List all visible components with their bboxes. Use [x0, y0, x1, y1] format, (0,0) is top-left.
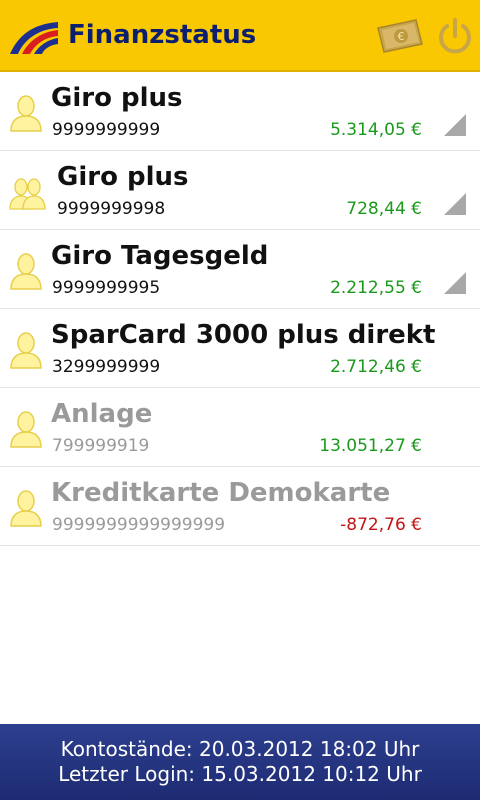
- account-name: Kreditkarte Demokarte: [51, 478, 391, 508]
- app-title: Finanzstatus: [68, 20, 257, 50]
- account-balance: 2.712,46 €: [330, 357, 422, 377]
- group-person-icon: [9, 178, 46, 210]
- account-row[interactable]: SparCard 3000 plus direkt 3299999999 2.7…: [0, 309, 480, 388]
- account-row[interactable]: Kreditkarte Demokarte 9999999999999999 -…: [0, 467, 480, 546]
- single-person-icon: [10, 332, 42, 369]
- account-row[interactable]: Giro Tagesgeld 9999999995 2.212,55 €: [0, 230, 480, 309]
- app-header: Finanzstatus €: [0, 0, 480, 72]
- expand-corner-icon[interactable]: [444, 114, 466, 136]
- single-person-icon: [10, 253, 42, 290]
- bank-logo-icon: [10, 22, 58, 54]
- banknote-euro-icon[interactable]: €: [376, 18, 424, 54]
- account-name: Giro plus: [57, 162, 189, 192]
- svg-text:€: €: [398, 30, 405, 43]
- account-balance: 13.051,27 €: [319, 436, 422, 456]
- single-person-icon: [10, 490, 42, 527]
- single-person-icon: [10, 411, 42, 448]
- account-name: Giro Tagesgeld: [51, 241, 269, 271]
- account-number: 9999999995: [52, 278, 161, 298]
- expand-corner-icon[interactable]: [444, 193, 466, 215]
- account-number: 9999999999999999: [52, 515, 226, 535]
- account-list: Giro plus 9999999999 5.314,05 € Giro plu…: [0, 72, 480, 546]
- account-balance: 728,44 €: [346, 199, 422, 219]
- account-number: 9999999998: [57, 199, 166, 219]
- account-balance: -872,76 €: [340, 515, 422, 535]
- account-row[interactable]: Anlage 799999919 13.051,27 €: [0, 388, 480, 467]
- account-number: 799999919: [52, 436, 150, 456]
- account-number: 9999999999: [52, 120, 161, 140]
- account-name: SparCard 3000 plus direkt: [51, 320, 436, 350]
- account-balance: 2.212,55 €: [330, 278, 422, 298]
- last-login-timestamp: Letzter Login: 15.03.2012 10:12 Uhr: [58, 762, 422, 786]
- account-number: 3299999999: [52, 357, 161, 377]
- single-person-icon: [10, 95, 42, 132]
- power-icon[interactable]: [436, 16, 474, 56]
- status-footer: Kontostände: 20.03.2012 18:02 Uhr Letzte…: [0, 724, 480, 800]
- account-name: Giro plus: [51, 83, 183, 113]
- account-name: Anlage: [51, 399, 153, 429]
- balances-timestamp: Kontostände: 20.03.2012 18:02 Uhr: [60, 737, 420, 761]
- account-balance: 5.314,05 €: [330, 120, 422, 140]
- expand-corner-icon[interactable]: [444, 272, 466, 294]
- account-row[interactable]: Giro plus 9999999998 728,44 €: [0, 151, 480, 230]
- account-row[interactable]: Giro plus 9999999999 5.314,05 €: [0, 72, 480, 151]
